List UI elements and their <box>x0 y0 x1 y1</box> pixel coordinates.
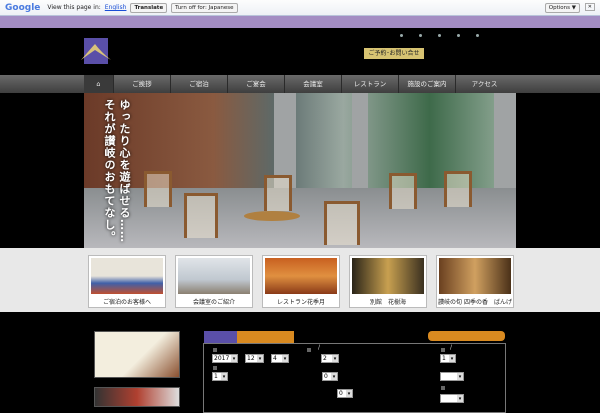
search-button[interactable] <box>428 331 505 341</box>
caption: 讃岐の旬 四季の香 ばんげ <box>438 299 512 306</box>
language-select[interactable]: English <box>105 4 127 11</box>
tab-stay-search[interactable] <box>204 331 237 343</box>
day-select[interactable]: 4 <box>271 354 289 363</box>
link-bange[interactable]: 讃岐の旬 四季の香 ばんげ <box>436 255 514 308</box>
promo-banner-2[interactable] <box>94 387 180 407</box>
options-button[interactable]: Options ▼ <box>544 3 580 13</box>
google-logo: Google <box>5 2 41 13</box>
child2-select[interactable]: 0 <box>337 389 353 398</box>
nav-stay[interactable]: ご宿泊 <box>171 75 228 93</box>
nav-restaurant[interactable]: レストラン <box>342 75 399 93</box>
home-icon[interactable]: ⌂ <box>84 75 114 93</box>
tagline-1: ゆったり心を遊ばせる…… <box>118 99 131 243</box>
promo-banner[interactable] <box>94 331 180 378</box>
month-select[interactable]: 12 <box>245 354 264 363</box>
checkbox[interactable] <box>441 348 445 352</box>
tagline-2: それが讃岐のおもてなし。 <box>103 99 116 243</box>
adults-select[interactable]: 1 <box>440 354 456 363</box>
checkbox[interactable] <box>441 386 445 390</box>
nights-select[interactable]: 2 <box>321 354 339 363</box>
option-select[interactable] <box>440 372 464 381</box>
caption: レストラン花季月 <box>276 299 325 306</box>
nav-facilities[interactable]: 施設のご案内 <box>399 75 456 93</box>
nav-banquet[interactable]: ご宴会 <box>228 75 285 93</box>
link-restaurant[interactable]: レストラン花季月 <box>262 255 340 308</box>
child-select[interactable]: 0 <box>322 372 338 381</box>
reservation-button[interactable]: ご予約･お問い合せ <box>364 48 424 59</box>
label: / <box>450 344 453 351</box>
translate-prompt: View this page in: <box>47 4 101 11</box>
checkbox[interactable] <box>213 348 217 352</box>
link-meeting[interactable]: 会議室のご紹介 <box>175 255 253 308</box>
caption: 別館 花樹海 <box>369 299 406 306</box>
nav-meeting[interactable]: 会議室 <box>285 75 342 93</box>
option-select-2[interactable] <box>440 394 464 403</box>
nav-greeting[interactable]: ご挨拶 <box>114 75 171 93</box>
turn-off-button[interactable]: Turn off for: Japanese <box>171 2 238 13</box>
year-select[interactable]: 2017 <box>212 354 238 363</box>
caption: ご宿泊のお客様へ <box>102 299 151 306</box>
link-stay[interactable]: ご宿泊のお客様へ <box>88 255 166 308</box>
translate-bar: Google View this page in: English Transl… <box>0 0 600 16</box>
close-icon[interactable]: ✕ <box>584 3 595 11</box>
hotel-logo[interactable] <box>81 38 111 64</box>
feature-links: ご宿泊のお客様へ 会議室のご紹介 レストラン花季月 別館 花樹海 讃岐の旬 四季… <box>88 255 514 308</box>
checkbox[interactable] <box>213 366 217 370</box>
top-band <box>0 16 600 28</box>
hero-tagline: ゆったり心を遊ばせる…… それが讃岐のおもてなし。 <box>102 99 132 243</box>
reservation-form: 2017 12 4 / 2 1 0 0 / 1 <box>203 343 506 413</box>
caption: 会議室のご紹介 <box>192 299 235 306</box>
label: / <box>318 344 321 351</box>
checkbox[interactable] <box>307 348 311 352</box>
hero-image: ゆったり心を遊ばせる…… それが讃岐のおもてなし。 <box>84 93 516 248</box>
link-annex[interactable]: 別館 花樹海 <box>349 255 427 308</box>
nav-access[interactable]: アクセス <box>456 75 513 93</box>
translate-button[interactable]: Translate <box>130 2 168 13</box>
rooms-select[interactable]: 1 <box>212 372 228 381</box>
tab-plan-search[interactable] <box>237 331 294 343</box>
main-nav: ⌂ ご挨拶 ご宿泊 ご宴会 会議室 レストラン 施設のご案内 アクセス <box>0 75 600 93</box>
header-dots <box>400 34 479 37</box>
